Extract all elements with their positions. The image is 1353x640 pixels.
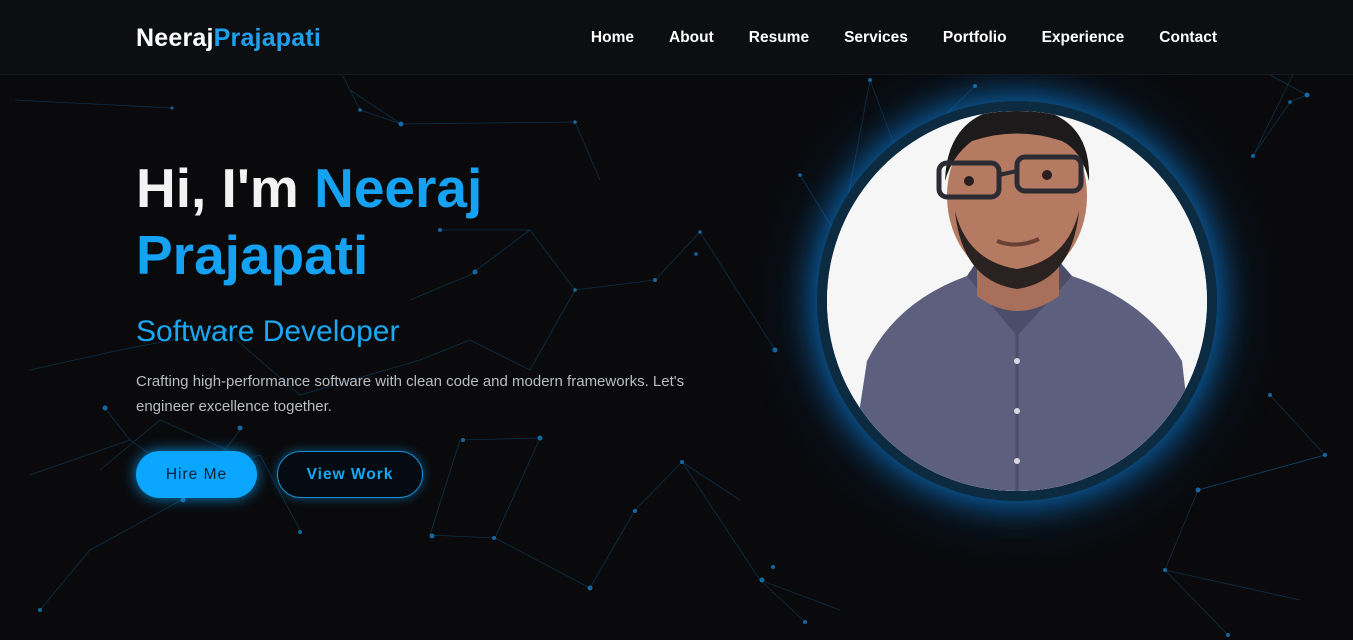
hire-me-button[interactable]: Hire Me bbox=[136, 451, 257, 498]
nav-link-resume[interactable]: Resume bbox=[749, 29, 809, 47]
nav-link-services[interactable]: Services bbox=[844, 29, 908, 47]
view-work-button[interactable]: View Work bbox=[277, 451, 423, 498]
hero-name-last: Prajapati bbox=[136, 224, 369, 286]
hero-greeting: Hi, I'm bbox=[136, 157, 315, 219]
nav-link-home[interactable]: Home bbox=[591, 29, 634, 47]
nav-link-about[interactable]: About bbox=[669, 29, 714, 47]
profile-photo-icon bbox=[827, 111, 1207, 491]
hero-section: Hi, I'm Neeraj Prajapati Software Develo… bbox=[136, 155, 756, 498]
hero-description: Crafting high-performance software with … bbox=[136, 373, 685, 415]
hero-role: Software Developer bbox=[136, 315, 400, 348]
nav-links: Home About Resume Services Portfolio Exp… bbox=[591, 29, 1217, 47]
brand-first-name: Neeraj bbox=[136, 24, 214, 52]
navbar: NeerajPrajapati Home About Resume Servic… bbox=[0, 0, 1353, 75]
hero-heading: Hi, I'm Neeraj Prajapati bbox=[136, 155, 756, 289]
nav-link-contact[interactable]: Contact bbox=[1159, 29, 1217, 47]
brand-last-name: Prajapati bbox=[213, 24, 322, 52]
hero-name-first: Neeraj bbox=[314, 157, 483, 219]
avatar bbox=[827, 111, 1207, 491]
nav-link-portfolio[interactable]: Portfolio bbox=[943, 29, 1007, 47]
brand-logo[interactable]: NeerajPrajapati bbox=[136, 24, 321, 53]
nav-link-experience[interactable]: Experience bbox=[1042, 29, 1125, 47]
avatar-frame bbox=[817, 101, 1217, 501]
hero-buttons: Hire Me View Work bbox=[136, 451, 756, 498]
